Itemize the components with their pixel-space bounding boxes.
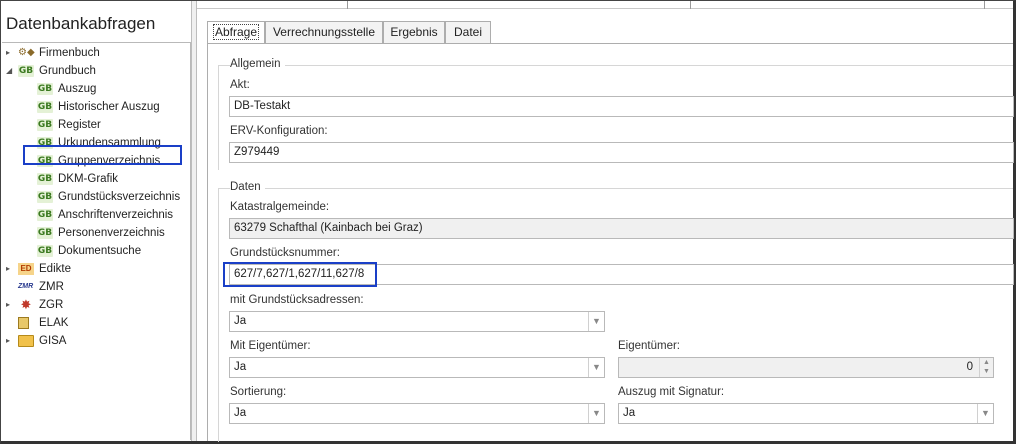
zmr-icon: ZMR [18,283,34,290]
gb-icon: GB [37,191,53,203]
tree-item-label: Auszug [58,83,97,95]
elak-icon [18,317,29,329]
panel-title: Datenbankabfragen [6,14,156,33]
tree-item[interactable]: ELAK [2,314,190,332]
tree-item-label: DKM-Grafik [58,173,119,185]
eigt-value: 0 [966,361,973,373]
sort-combo[interactable]: Ja ▼ [229,403,605,424]
gb-icon: GB [37,245,53,257]
gb-icon: GB [37,209,53,221]
expander-icon[interactable]: ▸ [6,260,14,278]
chevron-down-icon[interactable]: ▼ [588,358,604,377]
gst-highlight [223,262,377,287]
tree-item[interactable]: GB DKM-Grafik [2,170,190,188]
gst-label: Grundstücksnummer: [230,247,340,259]
group-border [218,65,219,170]
gb-icon: GB [37,101,53,113]
erv-label: ERV-Konfiguration: [230,125,328,137]
group-border [218,65,1013,66]
adr-combo[interactable]: Ja ▼ [229,311,605,332]
gb-icon: GB [37,173,53,185]
group-title-daten: Daten [230,181,265,193]
expander-icon[interactable]: ▸ [6,332,14,350]
tree-item-label: Anschriftenverzeichnis [58,209,174,221]
gb-icon: GB [37,227,53,239]
tree-item-label: Grundbuch [39,65,96,77]
tree-item[interactable]: ZMR ZMR [2,278,190,296]
adr-value: Ja [234,315,247,327]
sort-value: Ja [234,407,247,419]
query-tree: ▸ ⚙◆ Firmenbuch ◢ GB Grundbuch GB Auszug GB Histo… [2,42,191,440]
adr-label: mit Grundstücksadressen: [230,294,364,306]
chevron-down-icon[interactable]: ▼ [588,404,604,423]
eig-label: Mit Eigentümer: [230,340,311,352]
tree-item-label: ZGR [39,299,64,311]
tree-item-label: Register [58,119,101,131]
group-border [218,188,1013,189]
sig-value: Ja [623,407,636,419]
tree-item-label: Grundstücksverzeichnis [58,191,181,203]
tree-item[interactable]: ▸ ✸ ZGR [2,296,190,314]
expander-icon[interactable]: ▸ [6,296,14,314]
strip-tick [347,1,348,9]
chevron-down-icon[interactable]: ▼ [588,312,604,331]
tree-item-label: ELAK [39,317,69,329]
firmenbuch-icon: ⚙◆ [18,47,35,58]
gb-icon: GB [37,119,53,131]
tab-label: Abfrage [212,24,260,40]
right-panel: Abfrage Verrechnungsstelle Ergebnis Date… [197,1,1014,442]
eigt-spinner[interactable]: 0 ▲ ▼ [618,357,994,378]
folder-icon [18,335,34,347]
kg-label: Katastralgemeinde: [230,201,330,213]
sort-label: Sortierung: [230,386,287,398]
selection-highlight [23,145,182,165]
eig-combo[interactable]: Ja ▼ [229,357,605,378]
akt-label: Akt: [230,79,250,91]
strip-tick [984,1,985,9]
gb-icon: GB [18,65,34,77]
akt-field[interactable]: DB-Testakt [229,96,1014,117]
chevron-down-icon[interactable]: ▼ [977,404,993,423]
tree-item[interactable]: GB Personenverzeichnis [2,224,190,242]
tree-item-label: Historischer Auszug [58,101,160,113]
sig-label: Auszug mit Signatur: [618,386,725,398]
sig-combo[interactable]: Ja ▼ [618,403,994,424]
tree-item-label: Firmenbuch [39,47,100,59]
tree-item[interactable]: GB Register [2,116,190,134]
tree-item[interactable]: GB Anschriftenverzeichnis [2,206,190,224]
erv-field[interactable]: Z979449 [229,142,1014,163]
group-border [218,188,219,442]
tab-abfrage[interactable]: Abfrage [207,21,265,44]
tree-item[interactable]: ▸ ED Edikte [2,260,190,278]
tab-verrechnungsstelle[interactable]: Verrechnungsstelle [265,21,383,43]
expander-icon[interactable]: ▸ [6,44,14,62]
tab-page-abfrage: Allgemein Akt: DB-Testakt ERV-Konfigurat… [207,43,1014,442]
tree-item-label: Personenverzeichnis [58,227,165,239]
tree-item[interactable]: ▸ GISA [2,332,190,350]
tree-item[interactable]: GB Grundstücksverzeichnis [2,188,190,206]
tree-item-label: ZMR [39,281,64,293]
tree-item-label: GISA [39,335,67,347]
kg-field[interactable]: 63279 Schafthal (Kainbach bei Graz) [229,218,1014,239]
tree-item[interactable]: ▸ ⚙◆ Firmenbuch [2,44,190,62]
strip-tick [690,1,691,9]
left-panel: Datenbankabfragen ▸ ⚙◆ Firmenbuch ◢ GB Grundb… [1,1,191,441]
tab-datei[interactable]: Datei [445,21,491,43]
edikte-icon: ED [18,263,34,275]
tree-item-label: Edikte [39,263,71,275]
tree-item[interactable]: GB Historischer Auszug [2,98,190,116]
group-title-allgemein: Allgemein [230,58,285,70]
tree-item[interactable]: ◢ GB Grundbuch [2,62,190,80]
tree-item[interactable]: GB Auszug [2,80,190,98]
eigt-label: Eigentümer: [618,340,681,352]
tree-item-label: Dokumentsuche [58,245,142,257]
zgr-icon: ✸ [20,297,32,312]
gb-icon: GB [37,83,53,95]
top-strip [197,1,1013,9]
eig-value: Ja [234,361,247,373]
expander-icon[interactable]: ◢ [6,62,14,80]
tab-ergebnis[interactable]: Ergebnis [383,21,445,43]
spin-arrows-icon[interactable]: ▲ ▼ [979,358,993,377]
tree-item[interactable]: GB Dokumentsuche [2,242,190,260]
